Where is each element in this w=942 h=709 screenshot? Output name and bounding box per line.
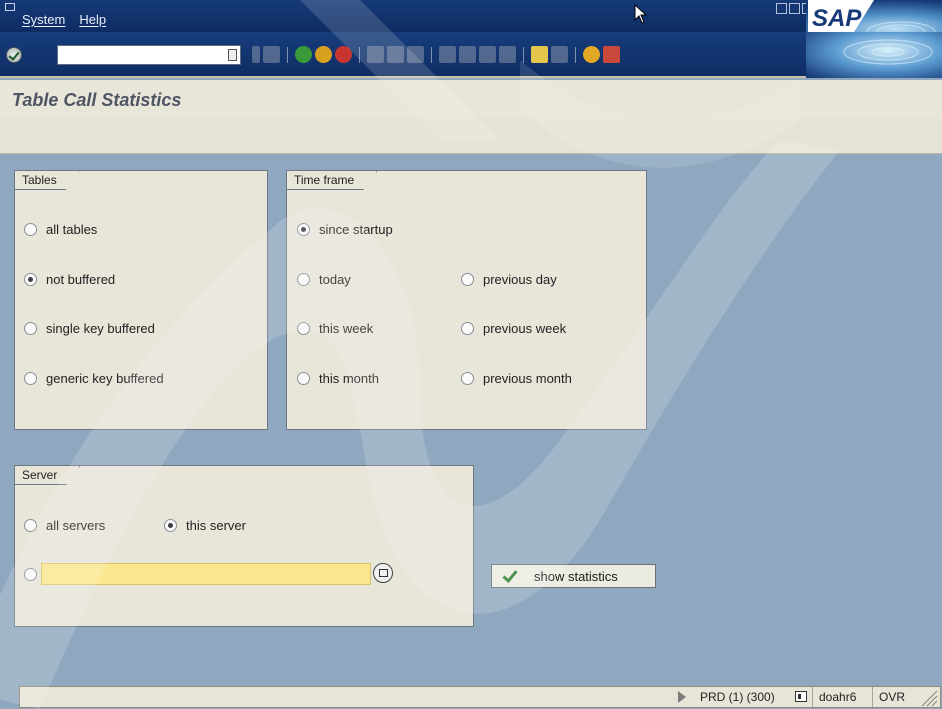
radio-label: this month xyxy=(319,371,379,386)
help-icon[interactable] xyxy=(583,46,600,63)
show-statistics-button[interactable]: show statistics xyxy=(491,564,656,588)
maximize-icon[interactable] xyxy=(789,3,800,14)
radio-label: generic key buffered xyxy=(46,371,164,386)
radio-button[interactable] xyxy=(297,372,310,385)
status-system: PRD (1) (300) xyxy=(700,690,775,704)
radio-label: previous month xyxy=(483,371,572,386)
resize-grip-icon[interactable] xyxy=(918,687,938,707)
checkmark-icon xyxy=(502,569,516,583)
sap-logo: SAP xyxy=(806,0,942,32)
server-name-input[interactable] xyxy=(41,563,371,585)
radio-label: this week xyxy=(319,321,374,336)
value-help-icon[interactable] xyxy=(373,563,393,583)
radio-label: this server xyxy=(186,518,246,533)
radio-label: not buffered xyxy=(46,272,116,287)
radio-specific-server[interactable] xyxy=(24,568,37,581)
layout-menu-icon[interactable] xyxy=(603,46,620,63)
previous-page-icon[interactable] xyxy=(459,46,476,63)
radio-label: all servers xyxy=(46,518,106,533)
radio-label: today xyxy=(319,272,351,287)
next-page-icon[interactable] xyxy=(479,46,496,63)
sap-logo-text: SAP xyxy=(812,5,862,32)
toolbar-icons xyxy=(252,46,620,63)
last-page-icon[interactable] xyxy=(499,46,516,63)
standard-toolbar xyxy=(0,32,942,78)
radio-label: since startup xyxy=(319,222,393,237)
menu-system[interactable]: System xyxy=(22,12,65,27)
radio-button[interactable] xyxy=(24,322,37,335)
status-user: doahr6 xyxy=(812,687,856,707)
minimize-icon[interactable] xyxy=(776,3,787,14)
radio-button[interactable] xyxy=(461,372,474,385)
radio-today[interactable]: today xyxy=(297,272,351,287)
system-info-icon[interactable] xyxy=(795,691,807,702)
title-bar: System Help SAP xyxy=(0,0,942,32)
window-menu-icon[interactable] xyxy=(5,3,15,11)
radio-generic-key-buffered[interactable]: generic key buffered xyxy=(24,371,164,386)
toolbar-separator xyxy=(431,46,432,63)
tables-group-title: Tables xyxy=(15,171,80,190)
radio-label: single key buffered xyxy=(46,321,155,336)
server-group-title: Server xyxy=(15,466,80,485)
previous-icon[interactable] xyxy=(252,46,260,63)
status-expand-icon[interactable] xyxy=(678,691,686,703)
radio-previous-day[interactable]: previous day xyxy=(461,272,557,287)
radio-button[interactable] xyxy=(297,223,310,236)
back-icon[interactable] xyxy=(295,46,312,63)
menu-bar: System Help xyxy=(22,12,106,27)
save-icon[interactable] xyxy=(263,46,280,63)
radio-previous-week[interactable]: previous week xyxy=(461,321,566,336)
toolbar-separator xyxy=(287,46,288,63)
shortcut-icon[interactable] xyxy=(551,46,568,63)
radio-button[interactable] xyxy=(24,568,37,581)
create-session-icon[interactable] xyxy=(531,46,548,63)
server-group: Server all servers this server xyxy=(14,465,474,627)
radio-since-startup[interactable]: since startup xyxy=(297,222,393,237)
radio-button[interactable] xyxy=(24,273,37,286)
radio-this-server[interactable]: this server xyxy=(164,518,246,533)
timeframe-group-title: Time frame xyxy=(287,171,377,190)
radio-this-month[interactable]: this month xyxy=(297,371,379,386)
find-next-icon[interactable] xyxy=(407,46,424,63)
command-field[interactable] xyxy=(57,45,241,65)
radio-this-week[interactable]: this week xyxy=(297,321,373,336)
sap-swirl-decoration xyxy=(806,32,942,78)
toolbar-separator xyxy=(575,46,576,63)
status-bar: PRD (1) (300) doahr6 OVR xyxy=(19,686,941,708)
show-statistics-label: show statistics xyxy=(534,568,618,584)
radio-button[interactable] xyxy=(297,273,310,286)
radio-button[interactable] xyxy=(24,223,37,236)
radio-single-key-buffered[interactable]: single key buffered xyxy=(24,321,155,336)
radio-button[interactable] xyxy=(164,519,177,532)
first-page-icon[interactable] xyxy=(439,46,456,63)
status-mode[interactable]: OVR xyxy=(872,687,910,707)
menu-help[interactable]: Help xyxy=(79,12,106,27)
mouse-cursor-icon xyxy=(634,4,648,24)
radio-button[interactable] xyxy=(461,322,474,335)
enter-icon[interactable] xyxy=(6,47,22,63)
find-icon[interactable] xyxy=(387,46,404,63)
radio-not-buffered[interactable]: not buffered xyxy=(24,272,115,287)
cancel-icon[interactable] xyxy=(335,46,352,63)
page-title: Table Call Statistics xyxy=(12,90,182,110)
radio-label: previous week xyxy=(483,321,567,336)
title-area: Table Call Statistics xyxy=(0,80,942,118)
radio-button[interactable] xyxy=(461,273,474,286)
radio-all-servers[interactable]: all servers xyxy=(24,518,105,533)
radio-previous-month[interactable]: previous month xyxy=(461,371,572,386)
print-icon[interactable] xyxy=(367,46,384,63)
toolbar-separator xyxy=(523,46,524,63)
timeframe-group: Time frame since startup today previous … xyxy=(286,170,647,430)
command-history-icon[interactable] xyxy=(228,49,237,61)
radio-button[interactable] xyxy=(297,322,310,335)
toolbar-separator xyxy=(359,46,360,63)
radio-label: previous day xyxy=(483,272,557,287)
radio-button[interactable] xyxy=(24,372,37,385)
tables-group: Tables all tables not buffered single ke… xyxy=(14,170,268,430)
application-toolbar xyxy=(0,118,942,154)
exit-icon[interactable] xyxy=(315,46,332,63)
radio-label: all tables xyxy=(46,222,98,237)
radio-button[interactable] xyxy=(24,519,37,532)
radio-all-tables[interactable]: all tables xyxy=(24,222,97,237)
